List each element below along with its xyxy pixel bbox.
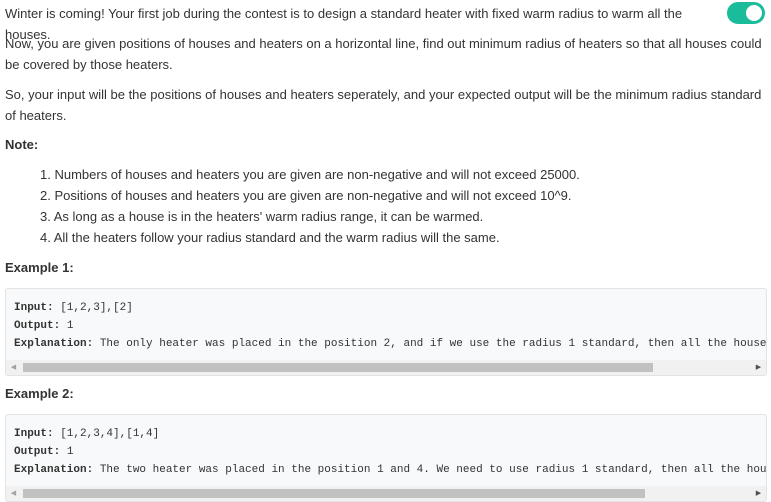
note-heading: Note:: [5, 137, 39, 152]
example-2-codebox: Input: [1,2,3,4],[1,4] Output: 1 Explana…: [5, 414, 767, 502]
explanation-text: The only heater was placed in the positi…: [99, 338, 767, 350]
note-item: 2. Positions of houses and heaters you a…: [40, 188, 572, 203]
example-1-codebox: Input: [1,2,3],[2] Output: 1 Explanation…: [5, 288, 767, 376]
example-1-code: Input: [1,2,3],[2] Output: 1 Explanation…: [14, 299, 767, 353]
note-list: 1. Numbers of houses and heaters you are…: [5, 164, 580, 248]
explanation-text: The two heater was placed in the positio…: [99, 464, 767, 476]
scroll-right-icon[interactable]: ▶: [751, 486, 766, 501]
horizontal-scrollbar[interactable]: ◀ ▶: [6, 486, 766, 501]
toggle-knob: [746, 5, 762, 21]
scrollbar-thumb[interactable]: [23, 363, 653, 372]
scrollbar-thumb[interactable]: [23, 489, 645, 498]
input-label: Input:: [14, 302, 54, 314]
note-item: 1. Numbers of houses and heaters you are…: [40, 167, 580, 182]
input-value: [1,2,3],[2]: [53, 302, 133, 314]
scroll-left-icon[interactable]: ◀: [6, 360, 21, 375]
note-item: 4. All the heaters follow your radius st…: [40, 230, 500, 245]
explanation-label: Explanation:: [14, 464, 94, 476]
toggle-switch[interactable]: [727, 2, 765, 24]
output-label: Output:: [14, 446, 61, 458]
scroll-left-icon[interactable]: ◀: [6, 486, 21, 501]
io-paragraph: So, your input will be the positions of …: [5, 87, 762, 123]
horizontal-scrollbar[interactable]: ◀ ▶: [6, 360, 766, 375]
output-value: 1: [60, 320, 74, 332]
input-value: [1,2,3,4],[1,4]: [53, 428, 160, 440]
scroll-right-icon[interactable]: ▶: [751, 360, 766, 375]
task-paragraph: Now, you are given positions of houses a…: [5, 36, 762, 72]
example-2-code: Input: [1,2,3,4],[1,4] Output: 1 Explana…: [14, 425, 767, 479]
note-item: 3. As long as a house is in the heaters'…: [40, 209, 484, 224]
example-2-heading: Example 2:: [5, 386, 74, 401]
explanation-label: Explanation:: [14, 338, 94, 350]
output-label: Output:: [14, 320, 61, 332]
input-label: Input:: [14, 428, 54, 440]
example-1-heading: Example 1:: [5, 260, 74, 275]
output-value: 1: [60, 446, 74, 458]
